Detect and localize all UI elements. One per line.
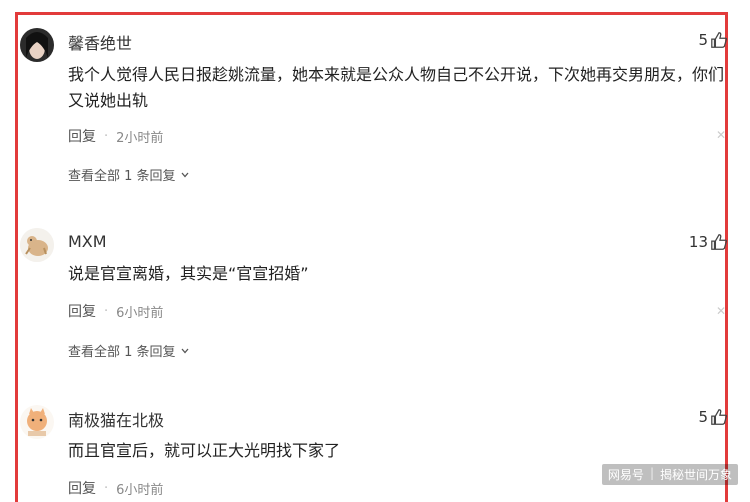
- separator-dot: ·: [104, 303, 109, 319]
- like-button[interactable]: 5: [698, 31, 728, 49]
- like-button[interactable]: 5: [698, 408, 728, 426]
- avatar[interactable]: [20, 405, 54, 439]
- close-icon[interactable]: ✕: [716, 128, 726, 142]
- comment-text: 我个人觉得人民日报趁姚流量，她本来就是公众人物自己不公开说，下次她再交男朋友，你…: [68, 65, 725, 110]
- close-icon[interactable]: ✕: [716, 304, 726, 318]
- like-button[interactable]: 13: [689, 233, 728, 251]
- like-count: 13: [688, 233, 708, 251]
- comment-meta: 回复 · 6小时前: [68, 478, 163, 498]
- reply-button[interactable]: 回复: [68, 126, 96, 146]
- watermark: 网易号 | 揭秘世间万象: [601, 464, 738, 485]
- separator-dot: ·: [104, 128, 109, 144]
- comment-text: 说是官宣离婚，其实是“官宣招婚”: [68, 264, 309, 283]
- username[interactable]: 馨香绝世: [68, 30, 132, 54]
- comment-text: 而且官宣后，就可以正大光明找下家了: [68, 441, 341, 460]
- watermark-separator: |: [649, 466, 654, 480]
- avatar[interactable]: [20, 228, 54, 262]
- comment-meta: 回复 · 6小时前: [68, 301, 163, 321]
- watermark-site: 网易号: [607, 468, 644, 482]
- avatar[interactable]: [20, 28, 54, 62]
- like-count: 5: [698, 31, 708, 49]
- thumbs-up-icon: [711, 32, 728, 48]
- timestamp: 6小时前: [116, 482, 164, 498]
- reply-button[interactable]: 回复: [68, 478, 96, 498]
- chevron-down-icon: [181, 172, 189, 177]
- separator-dot: ·: [104, 480, 109, 496]
- timestamp: 2小时前: [116, 130, 164, 146]
- thumbs-up-icon: [711, 234, 728, 250]
- username[interactable]: MXM: [68, 232, 107, 251]
- view-all-replies-button[interactable]: 查看全部 1 条回复: [68, 165, 190, 184]
- like-count: 5: [698, 408, 708, 426]
- reply-button[interactable]: 回复: [68, 301, 96, 321]
- view-all-replies-button[interactable]: 查看全部 1 条回复: [68, 341, 190, 360]
- chevron-down-icon: [181, 348, 189, 353]
- username[interactable]: 南极猫在北极: [68, 407, 164, 431]
- watermark-author: 揭秘世间万象: [659, 468, 732, 482]
- timestamp: 6小时前: [116, 305, 164, 321]
- comment-meta: 回复 · 2小时前: [68, 126, 163, 146]
- view-all-label: 查看全部 1 条回复: [68, 169, 176, 184]
- thumbs-up-icon: [711, 409, 728, 425]
- view-all-label: 查看全部 1 条回复: [68, 345, 176, 360]
